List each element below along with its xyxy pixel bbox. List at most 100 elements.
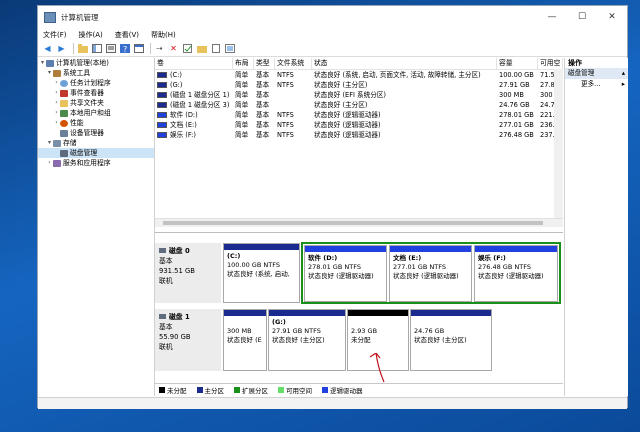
- storage-icon: [53, 139, 61, 147]
- menu-view[interactable]: 查看(V): [115, 30, 139, 40]
- tree-item-device-manager[interactable]: 设备管理器: [38, 128, 154, 138]
- cell-text: 状态良好 (逻辑驱动器): [314, 111, 381, 119]
- partition-g[interactable]: (G:) 27.91 GB NTFS 状态良好 (主分区): [268, 309, 346, 371]
- tree-item-services-apps[interactable]: › 服务和应用程序: [38, 158, 154, 168]
- column-header-free-space[interactable]: 可用空: [538, 58, 563, 69]
- open-folder-icon[interactable]: [196, 43, 207, 54]
- tree-label: 计算机管理(本地): [56, 59, 109, 67]
- expand-chevron-icon[interactable]: ›: [53, 78, 60, 88]
- table-row[interactable]: 娱乐 (F:) 简单 基本 NTFS 状态良好 (逻辑驱动器) 276.48 GB 237.…: [155, 130, 563, 140]
- partition-f[interactable]: 娱乐 (F:) 276.48 GB NTFS 状态良好 (逻辑驱动器): [474, 245, 558, 302]
- menu-help[interactable]: 帮助(H): [151, 30, 176, 40]
- cell-text: 简单: [235, 71, 249, 79]
- collapse-chevron-icon[interactable]: ▾: [39, 58, 46, 68]
- partition-status: 未分配: [351, 336, 371, 344]
- disk-1-label[interactable]: 磁盘 1 基本 55.90 GB 联机: [155, 309, 221, 371]
- column-header-type[interactable]: 类型: [254, 58, 275, 69]
- partition-size: 276.48 GB NTFS: [478, 263, 531, 271]
- partition-e[interactable]: 文档 (E:) 277.01 GB NTFS 状态良好 (逻辑驱动器): [389, 245, 472, 302]
- table-vertical-scrollbar[interactable]: [554, 69, 563, 218]
- tree-item-task-scheduler[interactable]: › 任务计划程序: [38, 78, 154, 88]
- legend-swatch: [278, 387, 284, 393]
- partition-d[interactable]: 软件 (D:) 278.01 GB NTFS 状态良好 (逻辑驱动器): [304, 245, 387, 302]
- scrollbar-thumb[interactable]: [163, 221, 543, 225]
- more-actions-link[interactable]: 更多... ▸: [565, 79, 628, 90]
- properties-icon[interactable]: [105, 43, 116, 54]
- menu-file[interactable]: 文件(F): [43, 30, 67, 40]
- tree-item-shared-folders[interactable]: › 共享文件夹: [38, 98, 154, 108]
- cell-text: 24.76 GB: [499, 101, 530, 109]
- services-icon: [53, 159, 61, 167]
- new-icon[interactable]: [210, 43, 221, 54]
- expand-chevron-icon[interactable]: ›: [53, 88, 60, 98]
- expand-chevron-icon[interactable]: ›: [46, 158, 53, 168]
- actions-section-disk-management[interactable]: 磁盘管理 ▴: [565, 68, 628, 79]
- disk-status: 联机: [159, 343, 173, 351]
- partition-c[interactable]: (C:) 100.00 GB NTFS 状态良好 (系统, 启动,: [223, 243, 300, 303]
- column-header-volume[interactable]: 卷: [155, 58, 233, 69]
- expand-chevron-icon[interactable]: ›: [53, 108, 60, 118]
- cell-status: 状态良好 (逻辑驱动器): [312, 120, 497, 130]
- help-icon[interactable]: ?: [119, 43, 130, 54]
- close-button[interactable]: ✕: [597, 6, 627, 28]
- cell-text: 状态良好 (EFI 系统分区): [314, 91, 386, 99]
- partition-efi[interactable]: 300 MB 状态良好 (E: [223, 309, 267, 371]
- table-row[interactable]: 软件 (D:) 简单 基本 NTFS 状态良好 (逻辑驱动器) 278.01 GB 221.…: [155, 110, 563, 120]
- volume-icon: [157, 102, 167, 108]
- table-row[interactable]: (磁盘 1 磁盘分区 1) 简单 基本 状态良好 (EFI 系统分区) 300 MB 30…: [155, 90, 563, 100]
- cell-text: 简单: [235, 131, 249, 139]
- cell-type: 基本: [254, 130, 275, 140]
- title-bar[interactable]: 计算机管理 — ☐ ✕: [38, 6, 627, 28]
- expand-chevron-icon[interactable]: ›: [53, 98, 60, 108]
- cell-text: 基本: [256, 91, 270, 99]
- cell-layout: 简单: [233, 130, 254, 140]
- disk-0-label[interactable]: 磁盘 0 基本 931.51 GB 联机: [155, 243, 221, 303]
- column-header-filesystem[interactable]: 文件系统: [275, 58, 312, 69]
- tree-item-root[interactable]: ▾ 计算机管理(本地): [38, 58, 154, 68]
- table-horizontal-scrollbar[interactable]: [155, 218, 563, 227]
- column-header-capacity[interactable]: 容量: [497, 58, 538, 69]
- cell-text: 300 MB: [499, 91, 524, 99]
- cell-text: 276.48 GB: [499, 131, 534, 139]
- tree-item-storage[interactable]: ▾ 存储: [38, 138, 154, 148]
- cell-text: 状态良好 (系统, 启动, 页面文件, 活动, 故障转储, 主分区): [314, 71, 481, 79]
- maximize-button[interactable]: ☐: [567, 6, 597, 28]
- tree-item-system-tools[interactable]: ▾ 系统工具: [38, 68, 154, 78]
- menu-action[interactable]: 操作(A): [79, 30, 103, 40]
- cell-status: 状态良好 (主分区): [312, 100, 497, 110]
- minimize-button[interactable]: —: [537, 6, 567, 28]
- delete-icon[interactable]: ✕: [168, 43, 179, 54]
- tree-item-local-users[interactable]: › 本地用户和组: [38, 108, 154, 118]
- column-header-status[interactable]: 状态: [312, 58, 497, 69]
- shared-folder-icon: [60, 99, 68, 107]
- expand-chevron-icon[interactable]: ›: [53, 118, 60, 128]
- table-row[interactable]: (C:) 简单 基本 NTFS 状态良好 (系统, 启动, 页面文件, 活动, 故障转储…: [155, 70, 563, 80]
- connect-icon[interactable]: ⇢: [154, 43, 165, 54]
- forward-arrow-icon[interactable]: ▶: [56, 43, 67, 54]
- back-arrow-icon[interactable]: ◀: [42, 43, 53, 54]
- cell-volume: (磁盘 1 磁盘分区 1): [155, 90, 233, 100]
- cell-capacity: 27.91 GB: [497, 80, 538, 90]
- column-header-layout[interactable]: 布局: [233, 58, 254, 69]
- cell-filesystem: NTFS: [275, 120, 312, 130]
- collapse-chevron-icon[interactable]: ▾: [46, 68, 53, 78]
- disk-icon: [159, 314, 166, 319]
- cell-text: 状态良好 (主分区): [314, 101, 368, 109]
- check-icon[interactable]: [182, 43, 193, 54]
- console-icon[interactable]: [133, 43, 144, 54]
- cell-text: 基本: [256, 111, 270, 119]
- table-row[interactable]: (磁盘 1 磁盘分区 3) 简单 基本 状态良好 (主分区) 24.76 GB 24.76: [155, 100, 563, 110]
- view-icon[interactable]: [224, 43, 235, 54]
- collapse-chevron-icon[interactable]: ▾: [46, 138, 53, 148]
- collapse-up-icon[interactable]: ▴: [622, 68, 625, 79]
- show-hide-tree-icon[interactable]: [91, 43, 102, 54]
- partition-recovery[interactable]: 24.76 GB 状态良好 (主分区): [410, 309, 492, 371]
- up-folder-icon[interactable]: [77, 43, 88, 54]
- tree-item-event-viewer[interactable]: › 事件查看器: [38, 88, 154, 98]
- table-row[interactable]: (G:) 简单 基本 NTFS 状态良好 (主分区) 27.91 GB 27.84: [155, 80, 563, 90]
- table-row[interactable]: 文档 (E:) 简单 基本 NTFS 状态良好 (逻辑驱动器) 277.01 GB 236.…: [155, 120, 563, 130]
- cell-text: 状态良好 (主分区): [314, 81, 368, 89]
- tree-item-disk-management[interactable]: 磁盘管理: [38, 148, 154, 158]
- volume-table-body: (C:) 简单 基本 NTFS 状态良好 (系统, 启动, 页面文件, 活动, 故障转储…: [155, 70, 563, 140]
- tree-item-performance[interactable]: › 性能: [38, 118, 154, 128]
